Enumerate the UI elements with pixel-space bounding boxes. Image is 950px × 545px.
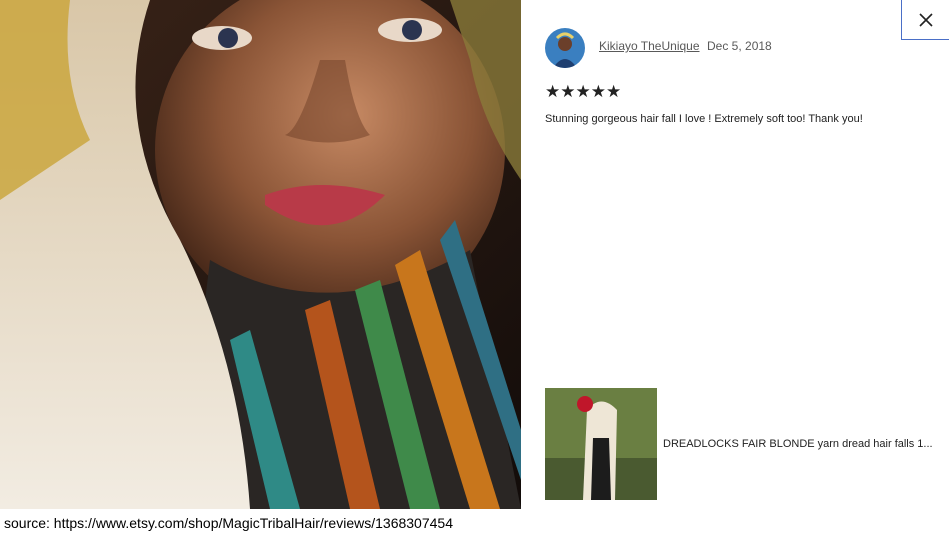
review-photo (0, 0, 521, 509)
close-button[interactable] (901, 0, 949, 40)
close-icon (918, 12, 933, 27)
product-link[interactable]: DREADLOCKS FAIR BLONDE yarn dread hair f… (545, 388, 949, 500)
source-caption: source: https://www.etsy.com/shop/MagicT… (4, 515, 453, 531)
review-panel: Kikiayo TheUnique Dec 5, 2018 ★★★★★ Stun… (521, 0, 950, 509)
product-title[interactable]: DREADLOCKS FAIR BLONDE yarn dread hair f… (663, 438, 949, 450)
reviewer-name-link[interactable]: Kikiayo TheUnique (599, 39, 700, 53)
star-rating: ★★★★★ (545, 82, 622, 101)
product-thumbnail[interactable] (545, 388, 657, 500)
reviewer-avatar[interactable] (545, 28, 585, 68)
review-date: Dec 5, 2018 (707, 39, 772, 53)
review-text: Stunning gorgeous hair fall I love ! Ext… (545, 113, 863, 125)
